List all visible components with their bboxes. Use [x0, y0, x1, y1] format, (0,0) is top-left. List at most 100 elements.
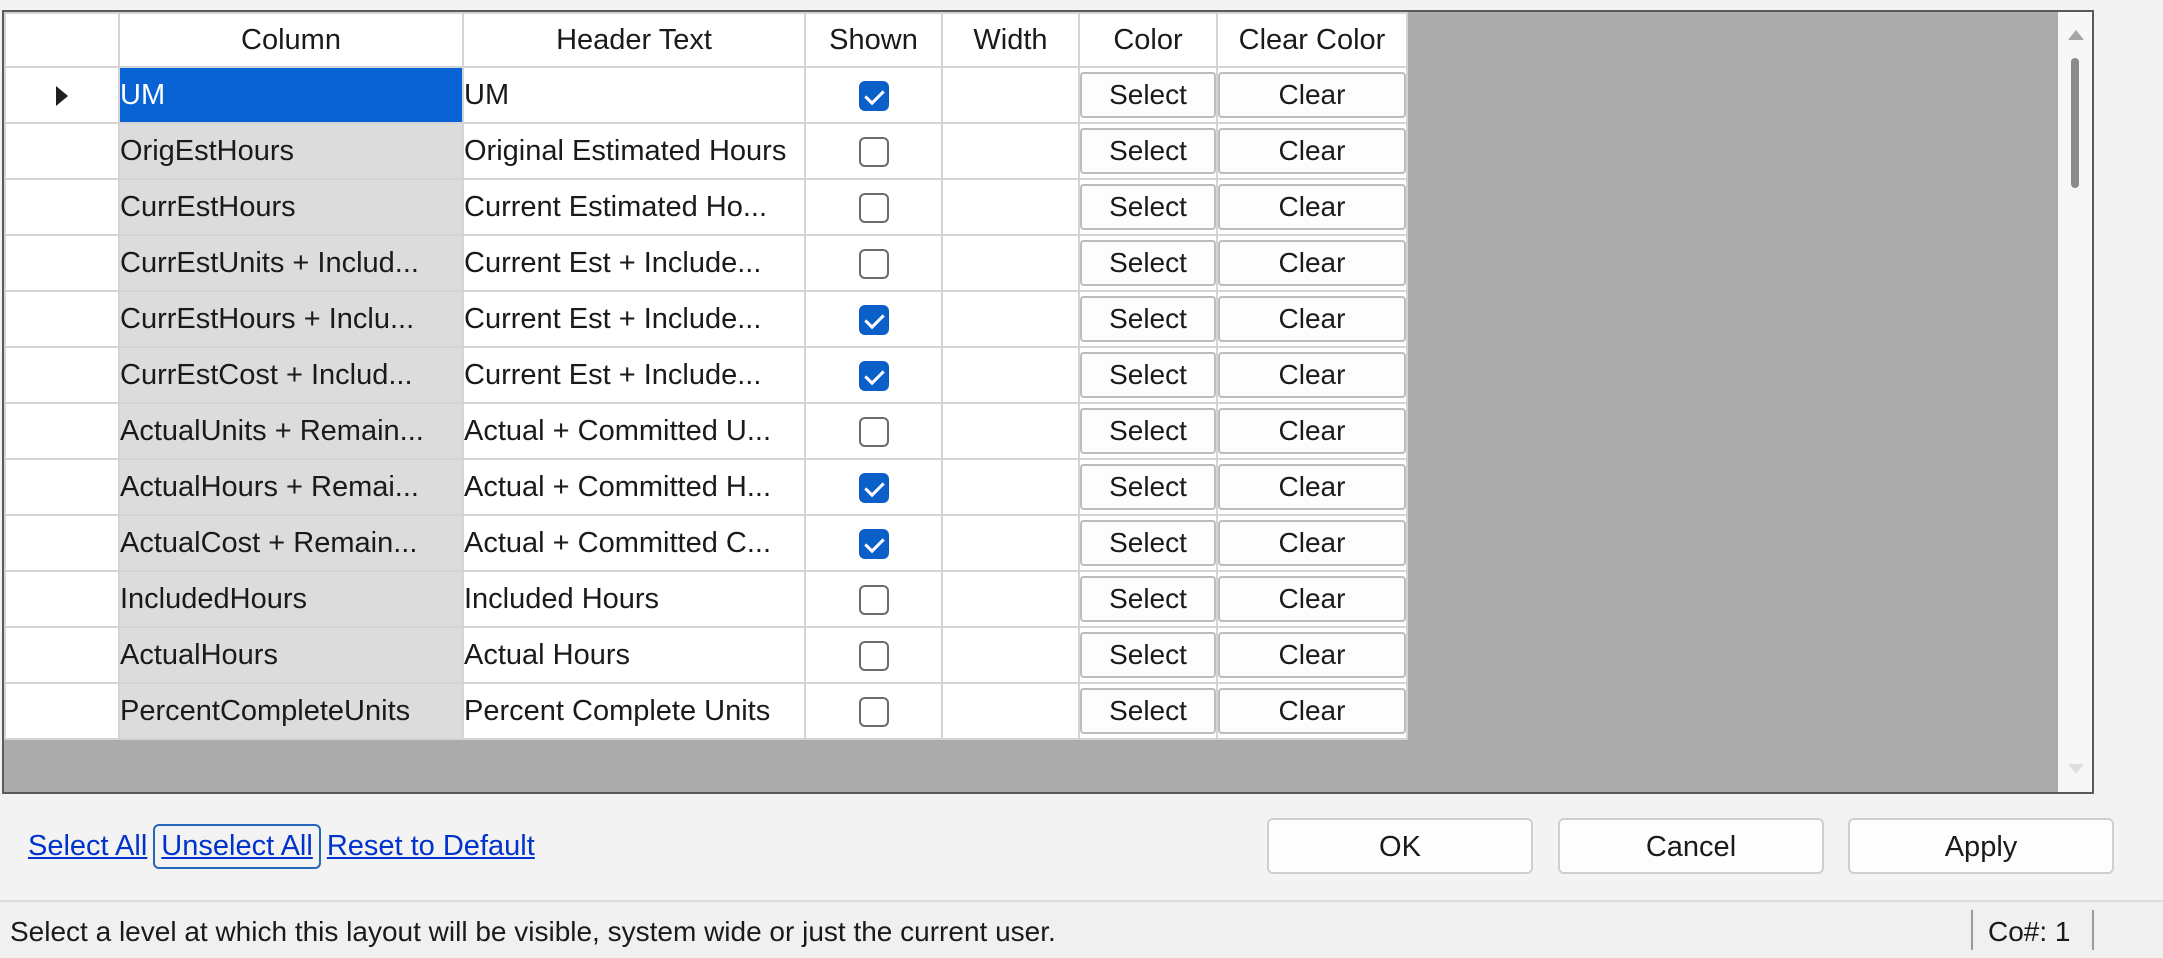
col-header-clear-color[interactable]: Clear Color	[1216, 12, 1408, 68]
clear-color-button[interactable]: Clear	[1219, 296, 1405, 342]
col-header-width[interactable]: Width	[941, 12, 1080, 68]
row-header[interactable]	[4, 290, 120, 348]
table-row[interactable]: PercentCompleteUnits Percent Complete Uni…	[4, 682, 1408, 740]
header-text-cell[interactable]: Original Estimated Hours	[462, 122, 806, 180]
select-color-button[interactable]: Select	[1081, 128, 1215, 174]
select-color-button[interactable]: Select	[1081, 632, 1215, 678]
select-color-button[interactable]: Select	[1081, 184, 1215, 230]
width-cell[interactable]	[941, 66, 1080, 124]
column-name-cell[interactable]: ActualCost + Remain...	[118, 514, 464, 572]
table-row[interactable]: UM UM Select Clear	[4, 66, 1408, 124]
shown-cell[interactable]	[804, 570, 943, 628]
row-header[interactable]	[4, 178, 120, 236]
unselect-all-link[interactable]: Unselect All	[153, 823, 321, 869]
col-header-header-text[interactable]: Header Text	[462, 12, 806, 68]
clear-color-button[interactable]: Clear	[1219, 128, 1405, 174]
shown-cell[interactable]	[804, 346, 943, 404]
width-cell[interactable]	[941, 514, 1080, 572]
column-name-cell[interactable]: CurrEstUnits + Includ...	[118, 234, 464, 292]
table-row[interactable]: ActualUnits + Remain... Actual + Committe…	[4, 402, 1408, 460]
clear-color-button[interactable]: Clear	[1219, 632, 1405, 678]
shown-cell[interactable]	[804, 682, 943, 740]
shown-checkbox[interactable]	[858, 640, 889, 671]
cancel-button[interactable]: Cancel	[1558, 818, 1824, 874]
clear-color-button[interactable]: Clear	[1219, 72, 1405, 118]
width-cell[interactable]	[941, 346, 1080, 404]
column-name-cell[interactable]: CurrEstHours + Inclu...	[118, 290, 464, 348]
row-header[interactable]	[4, 66, 120, 124]
shown-cell[interactable]	[804, 122, 943, 180]
select-color-button[interactable]: Select	[1081, 240, 1215, 286]
column-name-cell[interactable]: ActualHours + Remai...	[118, 458, 464, 516]
shown-checkbox[interactable]	[858, 584, 889, 615]
width-cell[interactable]	[941, 626, 1080, 684]
ok-button[interactable]: OK	[1267, 818, 1533, 874]
shown-cell[interactable]	[804, 626, 943, 684]
select-color-button[interactable]: Select	[1081, 576, 1215, 622]
shown-checkbox[interactable]	[858, 416, 889, 447]
row-header[interactable]	[4, 458, 120, 516]
clear-color-button[interactable]: Clear	[1219, 520, 1405, 566]
row-header[interactable]	[4, 570, 120, 628]
width-cell[interactable]	[941, 402, 1080, 460]
select-all-link[interactable]: Select All	[22, 826, 153, 867]
apply-button[interactable]: Apply	[1848, 818, 2114, 874]
clear-color-button[interactable]: Clear	[1219, 576, 1405, 622]
column-name-cell[interactable]: PercentCompleteUnits	[118, 682, 464, 740]
shown-checkbox[interactable]	[858, 696, 889, 727]
table-row[interactable]: CurrEstHours Current Estimated Ho... Selec…	[4, 178, 1408, 236]
width-cell[interactable]	[941, 570, 1080, 628]
row-header[interactable]	[4, 122, 120, 180]
header-text-cell[interactable]: Actual + Committed U...	[462, 402, 806, 460]
col-header-shown[interactable]: Shown	[804, 12, 943, 68]
select-color-button[interactable]: Select	[1081, 520, 1215, 566]
shown-cell[interactable]	[804, 514, 943, 572]
column-name-cell[interactable]: CurrEstHours	[118, 178, 464, 236]
shown-cell[interactable]	[804, 66, 943, 124]
header-text-cell[interactable]: Actual Hours	[462, 626, 806, 684]
header-text-cell[interactable]: UM	[462, 66, 806, 124]
column-name-cell[interactable]: ActualUnits + Remain...	[118, 402, 464, 460]
clear-color-button[interactable]: Clear	[1219, 408, 1405, 454]
shown-checkbox[interactable]	[858, 528, 889, 559]
col-header-column[interactable]: Column	[118, 12, 464, 68]
shown-checkbox[interactable]	[858, 360, 889, 391]
shown-cell[interactable]	[804, 458, 943, 516]
scroll-down-arrow-icon[interactable]	[2068, 764, 2084, 774]
shown-checkbox[interactable]	[858, 304, 889, 335]
shown-checkbox[interactable]	[858, 136, 889, 167]
row-header[interactable]	[4, 402, 120, 460]
scroll-thumb[interactable]	[2071, 58, 2079, 188]
header-text-cell[interactable]: Current Est + Include...	[462, 346, 806, 404]
header-text-cell[interactable]: Actual + Committed C...	[462, 514, 806, 572]
grid-vertical-scrollbar[interactable]	[2058, 12, 2092, 792]
select-color-button[interactable]: Select	[1081, 464, 1215, 510]
clear-color-button[interactable]: Clear	[1219, 688, 1405, 734]
select-color-button[interactable]: Select	[1081, 296, 1215, 342]
width-cell[interactable]	[941, 122, 1080, 180]
col-header-color[interactable]: Color	[1078, 12, 1218, 68]
row-header[interactable]	[4, 346, 120, 404]
shown-checkbox[interactable]	[858, 248, 889, 279]
select-color-button[interactable]: Select	[1081, 72, 1215, 118]
select-color-button[interactable]: Select	[1081, 688, 1215, 734]
table-row[interactable]: CurrEstUnits + Includ... Current Est + In…	[4, 234, 1408, 292]
reset-to-default-link[interactable]: Reset to Default	[321, 826, 541, 867]
width-cell[interactable]	[941, 178, 1080, 236]
shown-cell[interactable]	[804, 178, 943, 236]
header-text-cell[interactable]: Included Hours	[462, 570, 806, 628]
shown-checkbox[interactable]	[858, 192, 889, 223]
select-color-button[interactable]: Select	[1081, 352, 1215, 398]
header-text-cell[interactable]: Actual + Committed H...	[462, 458, 806, 516]
header-text-cell[interactable]: Current Estimated Ho...	[462, 178, 806, 236]
column-name-cell[interactable]: ActualHours	[118, 626, 464, 684]
shown-checkbox[interactable]	[858, 80, 889, 111]
shown-cell[interactable]	[804, 402, 943, 460]
width-cell[interactable]	[941, 290, 1080, 348]
width-cell[interactable]	[941, 234, 1080, 292]
column-name-cell[interactable]: OrigEstHours	[118, 122, 464, 180]
row-header[interactable]	[4, 626, 120, 684]
scroll-up-arrow-icon[interactable]	[2068, 30, 2084, 40]
column-name-cell[interactable]: IncludedHours	[118, 570, 464, 628]
clear-color-button[interactable]: Clear	[1219, 240, 1405, 286]
